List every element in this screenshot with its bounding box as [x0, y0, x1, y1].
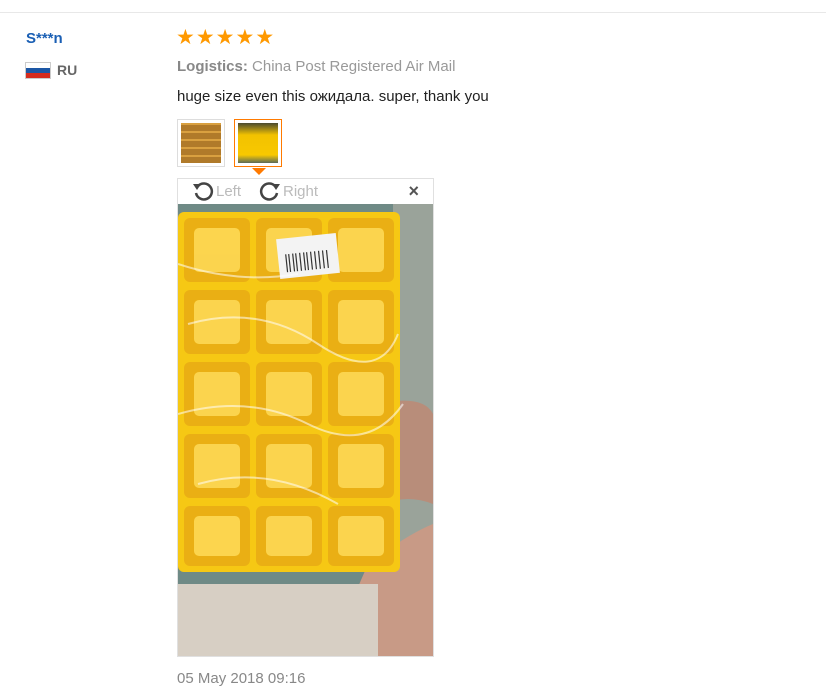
review-photo-thumbnail[interactable] [177, 119, 225, 167]
review-photo-large [178, 204, 433, 656]
reviewer-country: RU [26, 62, 77, 78]
thumbnail-image [238, 123, 278, 163]
top-divider [0, 12, 826, 13]
russia-flag-icon [26, 62, 50, 78]
rotate-left-label: Left [216, 182, 242, 200]
close-icon[interactable]: × [408, 181, 419, 202]
star-icon: ★ [176, 26, 195, 49]
rotate-right-label: Right [283, 182, 319, 200]
star-icon: ★ [215, 26, 235, 49]
rotate-right-icon [259, 182, 280, 201]
logistics-info: Logistics: China Post Registered Air Mai… [177, 58, 455, 75]
rotate-left-icon [193, 182, 214, 201]
rotate-right-button[interactable]: Right [258, 179, 318, 203]
rotate-left-button[interactable]: Left [191, 179, 241, 203]
photo-viewer: Left Right × [177, 178, 434, 657]
review-photo-thumbnail-active[interactable] [234, 119, 282, 167]
reviewer-name[interactable]: S***n [26, 30, 63, 47]
star-rating: ★ ★ ★ ★ ★ [176, 26, 274, 50]
review-date: 05 May 2018 09:16 [177, 670, 306, 687]
country-code: RU [57, 62, 78, 78]
photo-viewer-toolbar: Left Right × [178, 179, 433, 204]
star-icon: ★ [255, 26, 275, 49]
star-icon: ★ [195, 26, 215, 49]
review-text: huge size even this ожидала. super, than… [177, 88, 489, 105]
thumbnail-image [181, 123, 221, 163]
star-icon: ★ [235, 26, 255, 49]
logistics-label: Logistics: [177, 58, 248, 75]
active-thumbnail-pointer [252, 168, 266, 175]
logistics-value: China Post Registered Air Mail [252, 58, 456, 75]
